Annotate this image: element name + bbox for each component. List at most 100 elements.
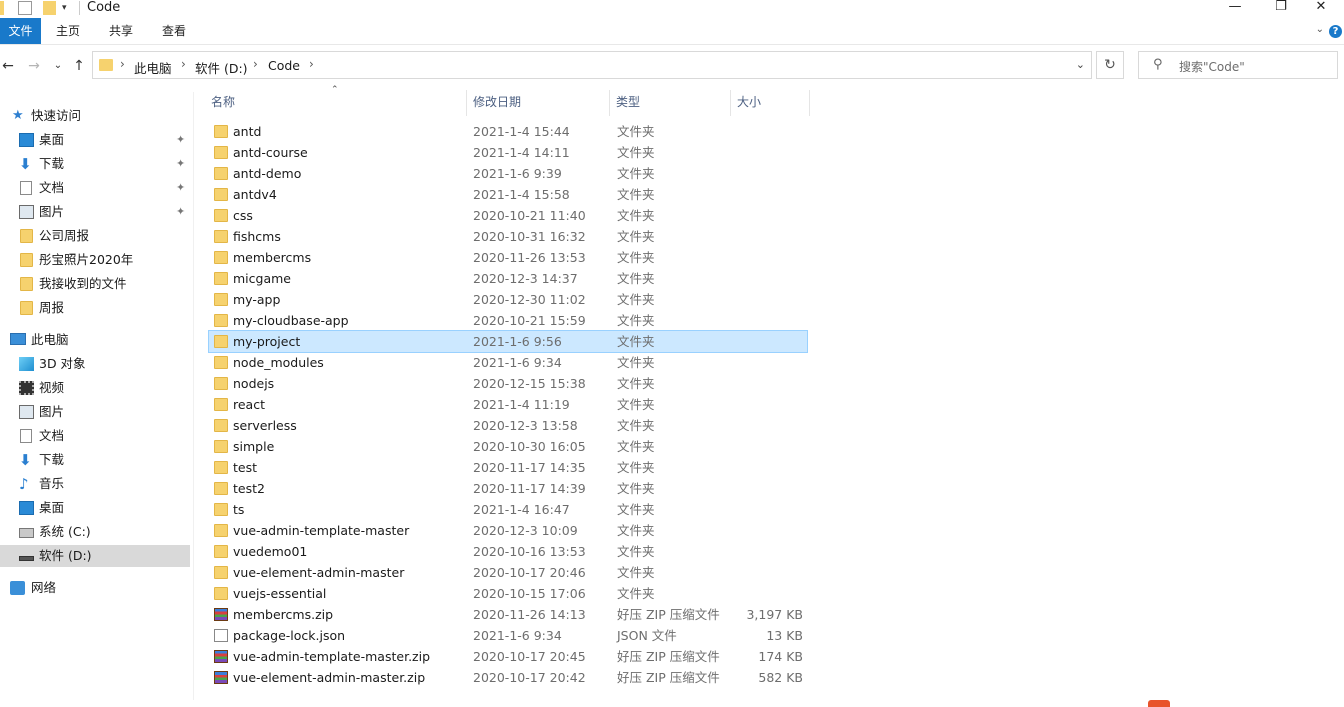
file-row[interactable]: vue-admin-template-master 2020-12-3 10:09…	[209, 520, 807, 541]
tab-view[interactable]: 查看	[154, 18, 194, 44]
file-date: 2021-1-6 9:56	[473, 334, 562, 349]
computer-icon	[10, 333, 26, 345]
tab-file[interactable]: 文件	[0, 18, 41, 44]
sidebar-item-downloads[interactable]: ⬇ 下载 ✦	[0, 153, 190, 175]
sidebar-item-this-pc[interactable]: 此电脑	[0, 329, 190, 351]
column-header-size[interactable]: 大小	[737, 90, 761, 116]
search-input[interactable]: ⚲ 搜索"Code"	[1138, 51, 1338, 79]
ribbon-expand-icon[interactable]: ⌄	[1316, 24, 1324, 35]
breadcrumb-code[interactable]: Code	[268, 58, 300, 73]
file-row[interactable]: antd 2021-1-4 15:44 文件夹	[209, 121, 807, 142]
folder-icon	[214, 461, 228, 474]
breadcrumb-this-pc[interactable]: 此电脑	[134, 58, 172, 77]
column-divider[interactable]	[609, 90, 610, 116]
recent-locations-button[interactable]: ⌄	[52, 55, 64, 77]
properties-icon[interactable]	[18, 1, 32, 15]
file-row[interactable]: my-project 2021-1-6 9:56 文件夹	[208, 330, 808, 353]
address-history-dropdown[interactable]: ⌄	[1076, 58, 1085, 71]
file-row[interactable]: membercms.zip 2020-11-26 14:13 好压 ZIP 压缩文件…	[209, 604, 807, 625]
document-icon	[20, 429, 32, 443]
folder-icon	[214, 188, 228, 201]
file-type: 文件夹	[617, 565, 655, 580]
sidebar-item-label: 下载	[39, 156, 65, 171]
sidebar-item-documents[interactable]: 文档 ✦	[0, 177, 190, 199]
sidebar-item-drive-c[interactable]: 系统 (C:)	[0, 521, 190, 543]
sidebar-item-label: 桌面	[39, 500, 65, 515]
file-name: css	[233, 208, 253, 223]
file-row[interactable]: fishcms 2020-10-31 16:32 文件夹	[209, 226, 807, 247]
file-type: 文件夹	[617, 229, 655, 244]
tab-share[interactable]: 共享	[101, 18, 141, 44]
file-row[interactable]: vuejs-essential 2020-10-15 17:06 文件夹	[209, 583, 807, 604]
breadcrumb-drive-d[interactable]: 软件 (D:)	[195, 58, 248, 77]
file-row[interactable]: react 2021-1-4 11:19 文件夹	[209, 394, 807, 415]
column-header-type[interactable]: 类型	[616, 90, 640, 116]
column-divider[interactable]	[809, 90, 810, 116]
file-row[interactable]: antd-course 2021-1-4 14:11 文件夹	[209, 142, 807, 163]
sidebar-item-music[interactable]: ♪ 音乐	[0, 473, 190, 495]
sidebar-item-received-files[interactable]: 我接收到的文件	[0, 273, 190, 295]
file-row[interactable]: vuedemo01 2020-10-16 13:53 文件夹	[209, 541, 807, 562]
file-row[interactable]: my-app 2020-12-30 11:02 文件夹	[209, 289, 807, 310]
column-header-date[interactable]: 修改日期	[473, 90, 521, 116]
address-bar[interactable]: › 此电脑 › 软件 (D:) › Code › ⌄	[92, 51, 1092, 79]
file-date: 2020-10-31 16:32	[473, 229, 586, 244]
sidebar-item-company-weekly[interactable]: 公司周报	[0, 225, 190, 247]
refresh-button[interactable]: ↻	[1096, 51, 1124, 79]
taskbar-app-icon[interactable]	[1148, 700, 1170, 707]
file-row[interactable]: node_modules 2021-1-6 9:34 文件夹	[209, 352, 807, 373]
file-row[interactable]: serverless 2020-12-3 13:58 文件夹	[209, 415, 807, 436]
file-row[interactable]: membercms 2020-11-26 13:53 文件夹	[209, 247, 807, 268]
new-folder-icon[interactable]	[43, 1, 56, 15]
breadcrumb-separator[interactable]: ›	[181, 57, 186, 71]
column-header-name[interactable]: 名称	[211, 90, 235, 116]
sidebar-item-documents-pc[interactable]: 文档	[0, 425, 190, 447]
column-divider[interactable]	[466, 90, 467, 116]
sidebar-item-desktop[interactable]: 桌面 ✦	[0, 129, 190, 151]
file-row[interactable]: nodejs 2020-12-15 15:38 文件夹	[209, 373, 807, 394]
ribbon: 文件 主页 共享 查看	[0, 18, 1344, 45]
pane-divider[interactable]	[193, 92, 194, 700]
breadcrumb-separator[interactable]: ›	[120, 57, 125, 71]
file-row[interactable]: vue-element-admin-master.zip 2020-10-17 2…	[209, 667, 807, 688]
file-row[interactable]: test2 2020-11-17 14:39 文件夹	[209, 478, 807, 499]
file-row[interactable]: vue-element-admin-master 2020-10-17 20:46…	[209, 562, 807, 583]
file-row[interactable]: ts 2021-1-4 16:47 文件夹	[209, 499, 807, 520]
sidebar-item-pictures-pc[interactable]: 图片	[0, 401, 190, 423]
sidebar-item-videos[interactable]: 视频	[0, 377, 190, 399]
file-row[interactable]: vue-admin-template-master.zip 2020-10-17 …	[209, 646, 807, 667]
sidebar-item-label: 下载	[39, 452, 65, 467]
sidebar-item-label: 周报	[39, 300, 65, 315]
sidebar-item-drive-d[interactable]: 软件 (D:)	[0, 545, 190, 567]
folder-icon	[20, 253, 33, 267]
sidebar-item-weekly-report[interactable]: 周报	[0, 297, 190, 319]
sidebar-item-network[interactable]: 网络	[0, 577, 190, 599]
sidebar-item-photos-2020[interactable]: 彤宝照片2020年	[0, 249, 190, 271]
breadcrumb-separator[interactable]: ›	[253, 57, 258, 71]
sidebar-item-downloads-pc[interactable]: ⬇ 下载	[0, 449, 190, 471]
file-row[interactable]: css 2020-10-21 11:40 文件夹	[209, 205, 807, 226]
breadcrumb-separator[interactable]: ›	[309, 57, 314, 71]
customize-toolbar-icon[interactable]: ▾	[62, 1, 72, 15]
close-button[interactable]: ✕	[1298, 0, 1344, 16]
sidebar-item-pictures[interactable]: 图片 ✦	[0, 201, 190, 223]
sidebar-item-quick-access[interactable]: ★ 快速访问	[0, 105, 190, 127]
minimize-button[interactable]: —	[1212, 0, 1258, 16]
drive-icon	[19, 556, 34, 561]
file-row[interactable]: antdv4 2021-1-4 15:58 文件夹	[209, 184, 807, 205]
file-row[interactable]: my-cloudbase-app 2020-10-21 15:59 文件夹	[209, 310, 807, 331]
file-row[interactable]: antd-demo 2021-1-6 9:39 文件夹	[209, 163, 807, 184]
file-row[interactable]: test 2020-11-17 14:35 文件夹	[209, 457, 807, 478]
file-row[interactable]: micgame 2020-12-3 14:37 文件夹	[209, 268, 807, 289]
sidebar-item-desktop-pc[interactable]: 桌面	[0, 497, 190, 519]
folder-icon	[214, 377, 228, 390]
file-row[interactable]: package-lock.json 2021-1-6 9:34 JSON 文件 13 …	[209, 625, 807, 646]
sidebar-item-3d-objects[interactable]: 3D 对象	[0, 353, 190, 375]
column-divider[interactable]	[730, 90, 731, 116]
back-button[interactable]: ←	[0, 55, 16, 77]
file-row[interactable]: simple 2020-10-30 16:05 文件夹	[209, 436, 807, 457]
help-icon[interactable]: ?	[1329, 25, 1342, 38]
up-button[interactable]: ↑	[70, 55, 88, 77]
forward-button[interactable]: →	[26, 55, 42, 77]
tab-home[interactable]: 主页	[48, 18, 88, 44]
